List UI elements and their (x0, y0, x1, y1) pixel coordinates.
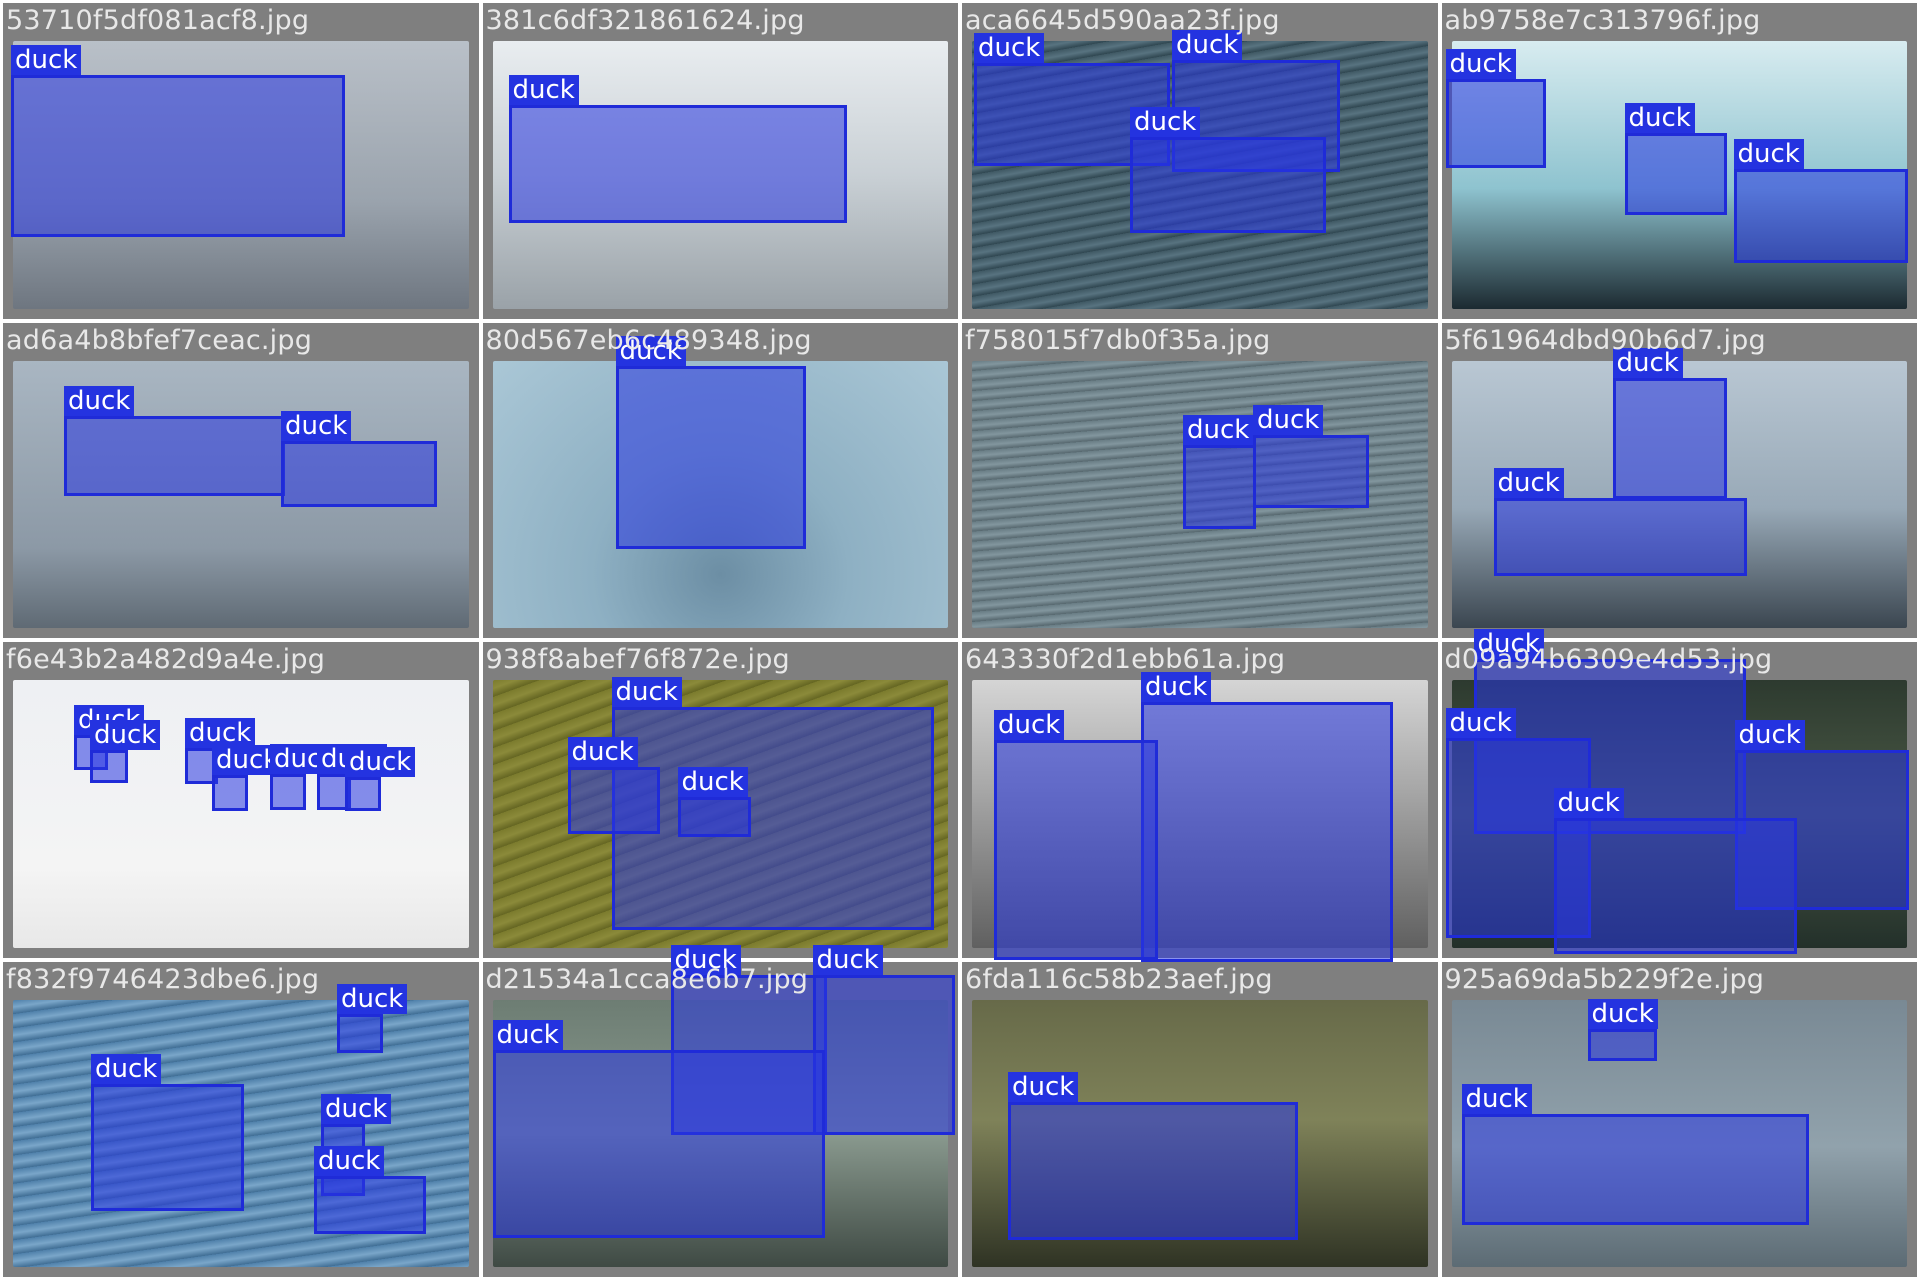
result-tile[interactable]: f832f9746423dbe6.jpg duck duck duck duck (3, 961, 479, 1277)
result-tile[interactable]: 6fda116c58b23aef.jpg duck (962, 961, 1438, 1277)
image-filename: 5f61964dbd90b6d7.jpg (1444, 324, 1766, 356)
image-filename: f758015f7db0f35a.jpg (965, 324, 1271, 356)
detection-label: duck (314, 1145, 385, 1176)
detection-box: duck (1612, 347, 1727, 499)
result-tile[interactable]: 381c6df321861624.jpg duck (482, 3, 958, 319)
detection-box: duck (1253, 404, 1369, 508)
detection-box: duck (812, 944, 955, 1135)
detection-label: duck (11, 45, 82, 75)
detection-label: duck (1183, 414, 1254, 445)
detection-box: duck (492, 1019, 825, 1238)
result-tile[interactable]: 80d567eb6c489348.jpg duck (482, 322, 958, 638)
detection-box: duck (1183, 414, 1256, 529)
image-filename: d09a94b6309e4d53.jpg (1444, 644, 1773, 675)
detection-label: duck (91, 1053, 162, 1084)
detection-label: duck (1445, 708, 1516, 738)
image-filename: aca6645d590aa23f.jpg (965, 5, 1280, 36)
detection-box: duck (994, 710, 1158, 960)
detection-label: duck (281, 410, 352, 441)
image-filename: 381c6df321861624.jpg (485, 5, 805, 36)
detection-box: duck (615, 335, 806, 549)
detection-label: duck (1493, 467, 1564, 498)
detection-box: duck (1130, 107, 1326, 233)
result-tile[interactable]: d21534a1cca8e6b7.jpg duck duck duck (482, 944, 958, 1277)
detection-label: duck (1445, 49, 1516, 79)
detection-label: duck (185, 718, 256, 748)
image-filename: 53710f5df081acf8.jpg (6, 5, 310, 36)
detection-label: duck (1130, 107, 1201, 137)
image-filename: 938f8abef76f872e.jpg (485, 644, 790, 675)
result-tile[interactable]: ad6a4b8bfef7ceac.jpg duck duck (3, 322, 479, 638)
detection-box: duck (91, 1053, 244, 1211)
result-tile[interactable]: f6e43b2a482d9a4e.jpg duck duck duck duck… (3, 642, 479, 958)
image-filename: ab9758e7c313796f.jpg (1444, 5, 1761, 36)
detection-box: duck (677, 767, 751, 837)
detection-results-grid: 53710f5df081acf8.jpg duck 381c6df3218616… (0, 0, 1920, 1280)
detection-box: duck (1733, 139, 1908, 263)
detection-box: duck (1624, 103, 1727, 215)
detection-label: duck (1733, 139, 1804, 169)
detection-label: duck (611, 677, 682, 707)
detection-box: duck (1008, 1071, 1298, 1240)
detection-label: duck (1141, 672, 1212, 702)
detection-label: duck (345, 747, 416, 777)
detection-label: duck (90, 720, 161, 750)
detection-label: duck (1253, 404, 1324, 435)
detection-box: duck (508, 75, 847, 223)
detection-box: duck (314, 1145, 426, 1234)
detection-box: duck (270, 744, 341, 810)
detection-label: duck (567, 737, 638, 767)
result-tile[interactable]: d09a94b6309e4d53.jpg duck duck duck duck (1441, 629, 1917, 958)
detection-label: duck (1008, 1071, 1079, 1102)
image-filename: 643330f2d1ebb61a.jpg (965, 644, 1286, 675)
detection-box: duck (90, 720, 161, 783)
detection-box: duck (1493, 467, 1747, 576)
image-filename: 80d567eb6c489348.jpg (485, 324, 812, 356)
detection-label: duck (1553, 788, 1624, 818)
image-filename: 6fda116c58b23aef.jpg (965, 963, 1273, 995)
image-filename: d21534a1cca8e6b7.jpg (485, 963, 809, 995)
detection-label: duck (64, 385, 135, 416)
detection-label: duck (1461, 1083, 1532, 1114)
detection-label: duck (677, 767, 748, 797)
detection-box: duck (1553, 788, 1797, 954)
detection-label: duck (508, 75, 579, 105)
detection-box: duck (1461, 1083, 1809, 1225)
image-filename: f6e43b2a482d9a4e.jpg (6, 644, 326, 675)
result-tile[interactable]: 938f8abef76f872e.jpg duck duck duck (482, 642, 958, 958)
result-tile[interactable]: 5f61964dbd90b6d7.jpg duck duck (1441, 322, 1917, 638)
detection-label: duck (492, 1019, 563, 1050)
image-filename: ad6a4b8bfef7ceac.jpg (6, 324, 313, 356)
detection-label: duck (812, 944, 883, 975)
result-tile[interactable]: ab9758e7c313796f.jpg duck duck duck (1441, 3, 1917, 319)
image-filename: f832f9746423dbe6.jpg (6, 963, 320, 995)
detection-label: duck (1587, 998, 1658, 1029)
result-tile[interactable]: aca6645d590aa23f.jpg duck duck duck (962, 3, 1438, 319)
detection-label: duck (321, 1093, 392, 1124)
detection-box: duck (1141, 672, 1393, 962)
detection-box: duck (281, 410, 437, 507)
detection-label: duck (337, 983, 408, 1014)
detection-box: duck (611, 677, 934, 930)
detection-box: duck (1587, 998, 1658, 1061)
detection-box: duck (567, 737, 660, 834)
detection-box: duck (11, 45, 345, 237)
detection-label: duck (974, 33, 1045, 63)
detection-box: duck (337, 983, 408, 1053)
result-tile[interactable]: 925a69da5b229f2e.jpg duck duck (1441, 961, 1917, 1277)
detection-label: duck (1734, 720, 1805, 750)
detection-box: duck (1445, 49, 1546, 168)
result-tile[interactable]: 643330f2d1ebb61a.jpg duck duck (962, 642, 1438, 962)
result-tile[interactable]: f758015f7db0f35a.jpg duck duck (962, 322, 1438, 638)
detection-box: duck (64, 385, 285, 496)
detection-box: duck (345, 747, 416, 811)
image-filename: 925a69da5b229f2e.jpg (1444, 963, 1765, 995)
detection-label: duck (994, 710, 1065, 740)
result-tile[interactable]: 53710f5df081acf8.jpg duck (3, 3, 479, 319)
detection-label: duck (1624, 103, 1695, 133)
detection-box: duck (212, 745, 283, 811)
